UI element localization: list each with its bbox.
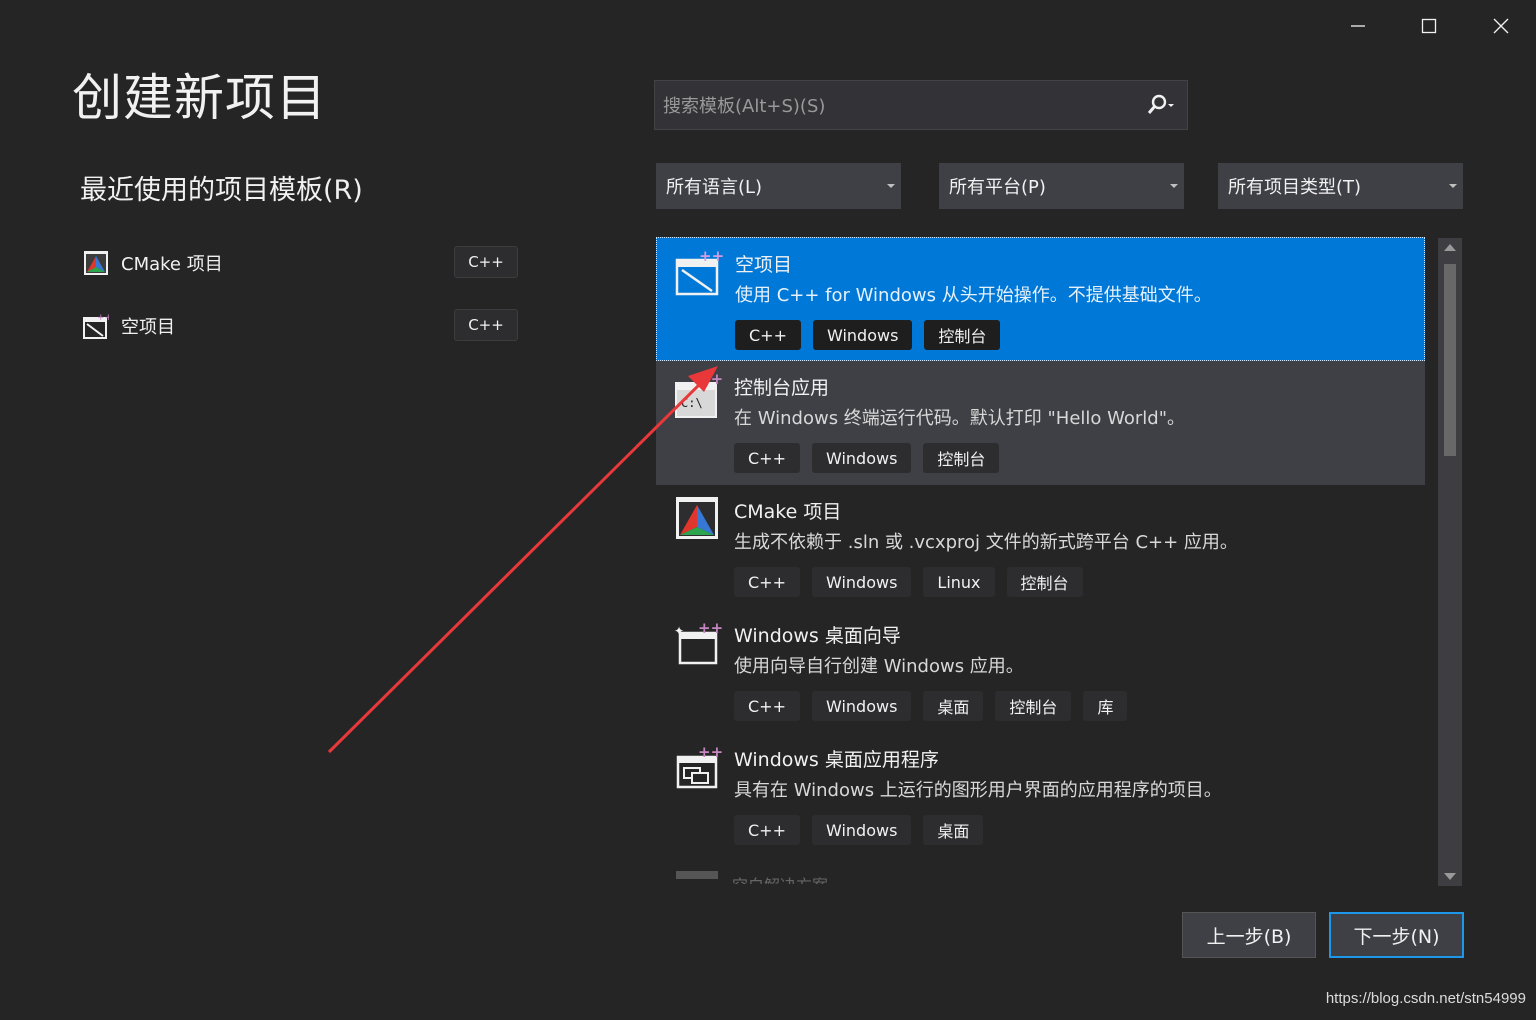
language-filter-dropdown[interactable]: 所有语言(L)	[656, 163, 901, 209]
template-tags: C++ Windows Linux 控制台	[734, 567, 1083, 597]
template-description: 在 Windows 终端运行代码。默认打印 "Hello World"。	[734, 408, 1186, 429]
recent-templates-header: 最近使用的项目模板(R)	[80, 175, 363, 206]
project-type-filter-dropdown[interactable]: 所有项目类型(T)	[1218, 163, 1463, 209]
maximize-button[interactable]	[1409, 8, 1449, 44]
template-description: 使用向导自行创建 Windows 应用。	[734, 656, 1024, 677]
template-title: Windows 桌面应用程序	[734, 749, 939, 771]
template-title: 控制台应用	[734, 377, 830, 399]
desktop-wizard-icon: ✦ ++	[674, 619, 722, 665]
platform-filter-label: 所有平台(P)	[949, 177, 1046, 198]
svg-text:++: ++	[698, 619, 722, 637]
cmake-icon	[676, 497, 718, 539]
tag: 控制台	[923, 443, 1000, 473]
svg-text:++: ++	[699, 248, 723, 265]
recent-item-empty-project[interactable]: ++ 空项目 C++	[80, 309, 520, 343]
svg-text:++: ++	[698, 371, 722, 388]
recent-item-label: 空项目	[121, 317, 175, 338]
template-list-scrollbar[interactable]	[1438, 238, 1462, 886]
svg-text:++: ++	[97, 313, 109, 323]
close-icon	[1493, 18, 1509, 34]
template-description: 具有在 Windows 上运行的图形用户界面的应用程序的项目。	[734, 780, 1222, 801]
template-title: Windows 桌面向导	[734, 625, 901, 647]
recent-item-label: CMake 项目	[121, 254, 223, 275]
page-title: 创建新项目	[72, 69, 327, 127]
tag: 控制台	[1006, 567, 1083, 597]
watermark: https://blog.csdn.net/stn54999	[1325, 990, 1526, 1007]
template-tags: C++ Windows 控制台	[734, 443, 1000, 473]
template-tags: C++ Windows 控制台	[735, 320, 1001, 350]
template-item-partial[interactable]: 空白解决方案	[676, 871, 828, 884]
chevron-down-icon	[1170, 184, 1178, 188]
chevron-down-icon	[1449, 184, 1457, 188]
tag: 桌面	[923, 691, 984, 721]
empty-project-icon: ++	[83, 313, 109, 339]
search-box[interactable]	[654, 80, 1188, 131]
template-title: 空项目	[735, 254, 793, 276]
template-title: CMake 项目	[734, 501, 842, 523]
project-type-filter-label: 所有项目类型(T)	[1228, 177, 1362, 198]
platform-filter-dropdown[interactable]: 所有平台(P)	[939, 163, 1184, 209]
chevron-down-icon	[887, 184, 895, 188]
console-app-icon: C:\ ++	[675, 371, 722, 418]
template-item-console-app[interactable]: C:\ ++ 控制台应用 在 Windows 终端运行代码。默认打印 "Hell…	[656, 361, 1425, 485]
next-button[interactable]: 下一步(N)	[1329, 912, 1464, 958]
partial-item-icon	[676, 871, 718, 879]
cmake-icon	[84, 251, 108, 275]
template-list[interactable]: ++ 空项目 使用 C++ for Windows 从头开始操作。不提供基础文件…	[656, 236, 1426, 884]
search-input[interactable]	[661, 81, 1135, 131]
search-icon[interactable]	[1147, 94, 1175, 116]
maximize-icon	[1421, 18, 1437, 34]
close-button[interactable]	[1481, 8, 1521, 44]
back-button[interactable]: 上一步(B)	[1182, 912, 1316, 958]
template-description: 生成不依赖于 .sln 或 .vcxproj 文件的新式跨平台 C++ 应用。	[734, 532, 1238, 553]
language-badge: C++	[454, 309, 518, 341]
template-item-windows-desktop-app[interactable]: ++ Windows 桌面应用程序 具有在 Windows 上运行的图形用户界面…	[656, 733, 1425, 857]
tag: Windows	[811, 691, 912, 721]
minimize-button[interactable]	[1338, 8, 1378, 44]
template-tags: C++ Windows 桌面	[734, 815, 984, 845]
template-description: 使用 C++ for Windows 从头开始操作。不提供基础文件。	[735, 285, 1212, 306]
tag: 控制台	[995, 691, 1072, 721]
scroll-up-icon[interactable]	[1444, 244, 1456, 251]
tag: C++	[734, 815, 800, 845]
language-badge: C++	[454, 246, 518, 278]
desktop-app-icon: ++	[676, 743, 722, 789]
svg-text:✦: ✦	[674, 624, 684, 638]
recent-item-cmake[interactable]: CMake 项目 C++	[80, 246, 520, 280]
template-title: 空白解决方案	[732, 876, 828, 884]
template-item-windows-desktop-wizard[interactable]: ✦ ++ Windows 桌面向导 使用向导自行创建 Windows 应用。 C…	[656, 609, 1425, 733]
tag: Windows	[812, 320, 913, 350]
tag: 控制台	[924, 320, 1001, 350]
tag: C++	[734, 443, 800, 473]
tag: Windows	[811, 567, 912, 597]
tag: C++	[734, 567, 800, 597]
tag: Windows	[811, 815, 912, 845]
scroll-down-icon[interactable]	[1444, 873, 1456, 880]
minimize-icon	[1351, 25, 1365, 27]
tag: C++	[735, 320, 801, 350]
svg-text:C:\: C:\	[681, 396, 703, 410]
empty-project-icon: ++	[675, 248, 723, 296]
tag: Linux	[923, 567, 995, 597]
svg-text:++: ++	[698, 743, 722, 761]
scrollbar-thumb[interactable]	[1444, 264, 1456, 456]
template-tags: C++ Windows 桌面 控制台 库	[734, 691, 1128, 721]
template-item-cmake[interactable]: CMake 项目 生成不依赖于 .sln 或 .vcxproj 文件的新式跨平台…	[656, 485, 1425, 609]
tag: 桌面	[923, 815, 984, 845]
template-item-empty-project[interactable]: ++ 空项目 使用 C++ for Windows 从头开始操作。不提供基础文件…	[656, 237, 1425, 361]
language-filter-label: 所有语言(L)	[666, 177, 763, 198]
tag: C++	[734, 691, 800, 721]
tag: Windows	[811, 443, 912, 473]
tag: 库	[1083, 691, 1128, 721]
